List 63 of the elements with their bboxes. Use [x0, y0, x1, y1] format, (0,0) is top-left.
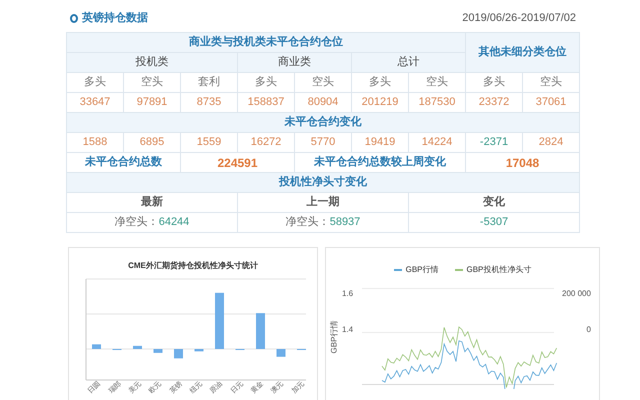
column-header: 多头 — [483, 75, 505, 90]
table-cell-text: 1588 — [82, 135, 108, 150]
change-value: 17048 — [506, 154, 540, 172]
table-cell-text: 23372 — [478, 95, 510, 110]
table-heading: 商业类与投机类未平仓合约仓位 — [189, 34, 343, 50]
date-range: 2019/06/26-2019/07/02 — [462, 10, 576, 26]
bar — [133, 346, 142, 349]
column-header: 空头 — [141, 74, 163, 90]
table-cell-text: 6895 — [140, 135, 164, 150]
bar — [194, 349, 204, 352]
table-cell-text: 33647 — [80, 95, 110, 110]
column-header: 多头 — [369, 75, 391, 90]
bar — [174, 349, 183, 358]
table-cell-text: 158837 — [248, 95, 284, 110]
table-heading: 未平仓合约变化 — [284, 114, 362, 130]
column-group-header: 总计 — [398, 55, 420, 70]
table-cell-text: 37061 — [536, 95, 566, 110]
table-cell-text: 5770 — [310, 135, 336, 150]
table-cell-text: 97891 — [136, 95, 168, 110]
table-cell-text: -5307 — [480, 215, 508, 230]
table-cell-text: 16272 — [250, 135, 282, 150]
axis-tick: 1.6 — [342, 288, 354, 300]
table-cell-text: 2824 — [538, 135, 564, 150]
legend-label: GBP行情 — [406, 264, 438, 276]
column-header: 空头 — [312, 74, 334, 90]
table-cell-text: 201219 — [362, 95, 398, 110]
table-heading: 投机性净头寸变化 — [279, 174, 367, 190]
total-value: 224591 — [217, 154, 258, 172]
column-header: 套利 — [198, 75, 220, 90]
row-label: 未平仓合约总数较上周变化 — [314, 154, 446, 170]
table-cell-text: 8735 — [196, 95, 222, 110]
table-cell-text: 187530 — [418, 95, 456, 110]
column-header: 上一期 — [306, 194, 340, 210]
table-cell-text: 净空头：58937 — [286, 214, 360, 230]
axis-tick: 1.4 — [342, 324, 354, 336]
section-title: 英镑持仓数据 — [82, 10, 148, 26]
table-cell-text: 净空头：64244 — [114, 214, 190, 230]
bar — [92, 344, 101, 349]
table-cell-text: 80904 — [308, 95, 338, 110]
column-header: 多头 — [255, 75, 277, 90]
bar — [276, 349, 286, 357]
column-header: 多头 — [84, 75, 106, 90]
column-header: 最新 — [141, 194, 163, 210]
bar — [256, 313, 265, 349]
table-cell-text: -2371 — [480, 135, 508, 150]
circle-icon — [70, 14, 78, 22]
legend-label: GBP投机性净头寸 — [466, 264, 532, 276]
axis-tick: 200 000 — [562, 288, 591, 300]
column-header: 空头 — [426, 74, 448, 90]
table-cell-text: 19419 — [364, 135, 396, 150]
axis-title: GBP行情 — [328, 320, 339, 353]
axis-tick: 0 — [586, 324, 591, 336]
row-label: 未平仓合约总数 — [85, 154, 162, 170]
chart-title: CME外汇期货持仓投机性净头寸统计 — [128, 260, 258, 272]
bar — [215, 292, 224, 349]
table-cell-text: 14224 — [422, 135, 452, 150]
bar — [154, 349, 162, 353]
table-heading: 其他未细分类仓位 — [478, 44, 566, 60]
table-cell-text: 1559 — [196, 135, 222, 150]
column-header: 空头 — [540, 74, 562, 90]
column-header: 变化 — [483, 194, 505, 210]
column-group-header: 投机类 — [136, 55, 168, 70]
column-group-header: 商业类 — [278, 54, 311, 70]
